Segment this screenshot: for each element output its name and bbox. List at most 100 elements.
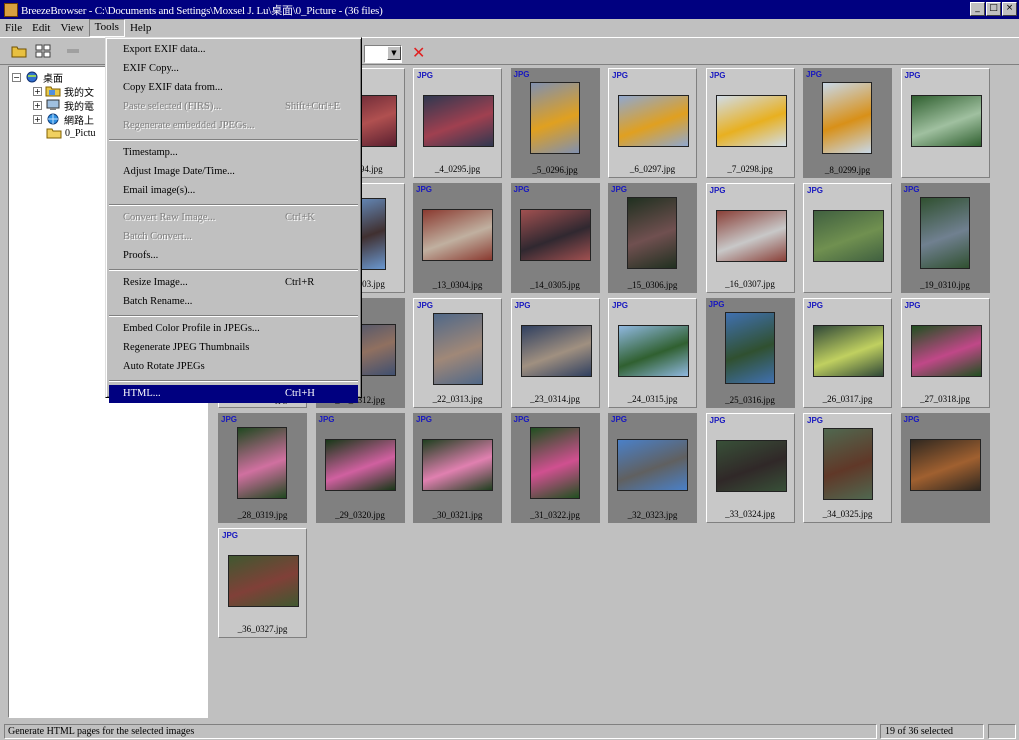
thumbnail-image (423, 95, 494, 147)
jpg-badge: JPG (807, 416, 824, 425)
menu-file[interactable]: File (0, 20, 27, 36)
thumbnail-view-icon[interactable] (34, 42, 52, 60)
desktop-icon (26, 71, 38, 83)
thumbnail[interactable]: JPG _6_0297.jpg (608, 68, 697, 178)
thumbnail[interactable]: JPG _27_0318.jpg (900, 298, 990, 408)
menu-item-label: Batch Convert... (123, 231, 192, 242)
cancel-icon[interactable]: ✕ (412, 44, 425, 62)
thumbnail[interactable]: JPG _36_0327.jpg (218, 528, 307, 638)
menu-item-regenerate-jpeg-thumbnails[interactable]: Regenerate JPEG Thumbnails (109, 339, 358, 357)
thumbnail[interactable]: JPG _24_0315.jpg (608, 298, 697, 408)
tree-label: 網路上 (64, 115, 94, 127)
menu-edit[interactable]: Edit (27, 20, 55, 36)
menu-item-shortcut: Ctrl+R (285, 277, 315, 288)
thumbnail[interactable]: JPG _16_0307.jpg (705, 183, 795, 293)
menu-item-label: EXIF Copy... (123, 63, 179, 74)
menu-item-paste-selected-firs[interactable]: Paste selected (FIRS)... Shift+Ctrl+E (109, 98, 358, 116)
chevron-down-icon[interactable]: ▼ (387, 46, 401, 60)
menu-item-exif-copy[interactable]: EXIF Copy... (109, 60, 358, 78)
thumbnail-caption: _33_0324.jpg (725, 509, 775, 519)
thumbnail-image (724, 312, 775, 384)
tree-node-documents[interactable]: + 我的文 (33, 84, 94, 99)
thumbnail[interactable]: JPG _5_0296.jpg (510, 68, 600, 178)
menu-item-resize-image[interactable]: Resize Image... Ctrl+R (109, 274, 358, 292)
tree-node-desktop[interactable]: − 桌面 (12, 70, 63, 85)
menu-item-batch-convert[interactable]: Batch Convert... (109, 228, 358, 246)
jpg-badge: JPG (904, 301, 921, 310)
app-icon[interactable] (4, 2, 18, 17)
minimize-button[interactable]: _ (970, 2, 985, 16)
menu-item-email-image-s[interactable]: Email image(s)... (109, 182, 358, 200)
thumbnail[interactable]: JPG (803, 183, 892, 293)
jpg-badge: JPG (709, 71, 726, 80)
jpg-badge: JPG (513, 70, 530, 79)
thumbnail[interactable]: JPG _34_0325.jpg (803, 413, 892, 523)
thumbnail-caption: _26_0317.jpg (822, 394, 873, 404)
thumbnail[interactable]: JPG _7_0298.jpg (705, 68, 795, 178)
maximize-button[interactable]: □ (986, 2, 1001, 16)
thumbnail-image (228, 555, 299, 607)
thumbnail[interactable]: JPG _25_0316.jpg (705, 298, 795, 408)
thumbnail[interactable]: JPG _15_0306.jpg (608, 183, 697, 293)
thumbnail[interactable]: JPG (900, 68, 990, 178)
thumbnail[interactable]: JPG _19_0310.jpg (900, 183, 990, 293)
menu-tools[interactable]: Tools (88, 19, 125, 37)
thumbnail-caption: _24_0315.jpg (627, 394, 678, 404)
menu-item-html[interactable]: HTML... Ctrl+H (109, 385, 358, 403)
menu-item-export-exif-data[interactable]: Export EXIF data... (109, 41, 358, 59)
thumbnail[interactable]: JPG _29_0320.jpg (315, 413, 405, 523)
thumbnail[interactable]: JPG (900, 413, 990, 523)
expand-icon[interactable]: + (33, 100, 42, 110)
jpg-badge: JPG (513, 185, 530, 194)
menu-view[interactable]: View (55, 20, 88, 36)
thumbnail[interactable]: JPG _28_0319.jpg (218, 413, 307, 523)
open-folder-icon (46, 128, 62, 139)
menu-item-proofs[interactable]: Proofs... (109, 247, 358, 265)
open-folder-icon[interactable] (10, 42, 28, 60)
thumbnail-caption: _27_0318.jpg (920, 394, 970, 404)
menu-help[interactable]: Help (125, 20, 156, 36)
thumbnail-caption: _23_0314.jpg (530, 394, 580, 404)
thumbnail[interactable]: JPG _23_0314.jpg (510, 298, 600, 408)
jpg-badge: JPG (612, 301, 629, 310)
thumbnail-caption: _7_0298.jpg (727, 164, 773, 174)
jpg-badge: JPG (806, 70, 823, 79)
thumbnail[interactable]: JPG _8_0299.jpg (803, 68, 892, 178)
expand-icon[interactable]: + (33, 114, 42, 124)
menu-item-auto-rotate-jpegs[interactable]: Auto Rotate JPEGs (109, 358, 358, 376)
thumbnail-caption: _32_0323.jpg (627, 510, 678, 520)
collapse-icon[interactable]: − (12, 72, 21, 82)
thumbnail[interactable]: JPG _31_0322.jpg (510, 413, 600, 523)
menu-item-batch-rename[interactable]: Batch Rename... (109, 293, 358, 311)
menu-item-adjust-image-date-time[interactable]: Adjust Image Date/Time... (109, 163, 358, 181)
folder-combo[interactable]: ▼ (364, 45, 402, 63)
thumbnail[interactable]: JPG _13_0304.jpg (413, 183, 502, 293)
thumbnail-image (433, 313, 483, 385)
tree-node-network[interactable]: + 網路上 (33, 112, 94, 127)
tree-node-computer[interactable]: + 我的電 (33, 98, 94, 113)
menu-item-label: Paste selected (FIRS)... (123, 101, 222, 112)
thumbnail[interactable]: JPG _32_0323.jpg (608, 413, 697, 523)
expand-icon[interactable]: + (33, 86, 42, 96)
thumbnail-caption: _34_0325.jpg (822, 509, 873, 519)
menu-item-embed-color-profile-in-jpegs[interactable]: Embed Color Profile in JPEGs... (109, 320, 358, 338)
thumbnail-image (919, 197, 970, 269)
computer-icon (46, 99, 60, 110)
jpg-badge: JPG (222, 531, 239, 540)
thumbnail[interactable]: JPG _4_0295.jpg (413, 68, 502, 178)
menu-item-copy-exif-data-from[interactable]: Copy EXIF data from... (109, 79, 358, 97)
menu-item-timestamp[interactable]: Timestamp... (109, 144, 358, 162)
menu-item-label: Auto Rotate JPEGs (123, 361, 205, 372)
thumbnail[interactable]: JPG _14_0305.jpg (510, 183, 600, 293)
thumbnail[interactable]: JPG _30_0321.jpg (413, 413, 502, 523)
thumbnail[interactable]: JPG _22_0313.jpg (413, 298, 502, 408)
menu-item-label: Convert Raw Image... (123, 212, 216, 223)
thumbnail[interactable]: JPG _33_0324.jpg (705, 413, 795, 523)
menu-item-label: Proofs... (123, 250, 159, 261)
tree-node-picture-folder[interactable]: 0_Pictu (46, 126, 96, 140)
menu-item-convert-raw-image[interactable]: Convert Raw Image... Ctrl+K (109, 209, 358, 227)
close-button[interactable]: × (1002, 2, 1017, 16)
thumbnail-caption: _31_0322.jpg (530, 510, 580, 520)
menu-item-regenerate-embedded-jpegs[interactable]: Regenerate embedded JPEGs... (109, 117, 358, 135)
thumbnail[interactable]: JPG _26_0317.jpg (803, 298, 892, 408)
